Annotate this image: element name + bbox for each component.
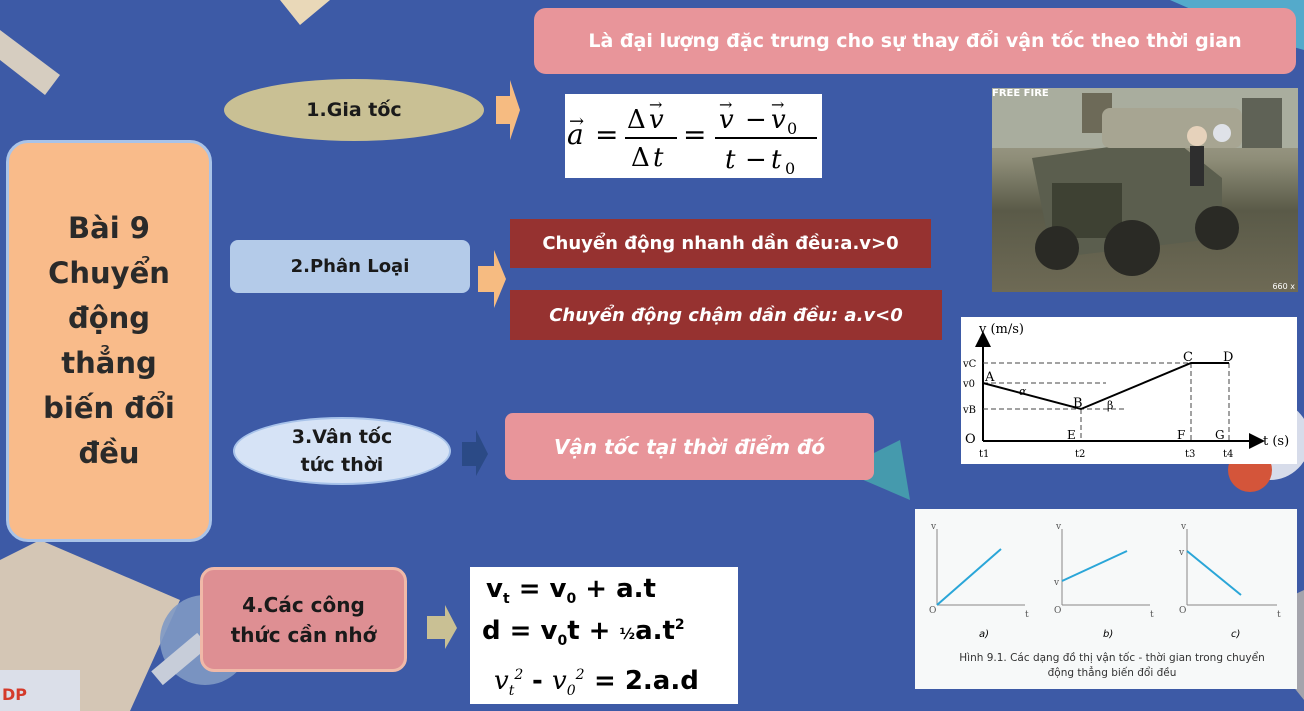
svg-text:t4: t4 xyxy=(1223,449,1233,460)
graph-ylabel: v (m/s) xyxy=(978,322,1024,337)
arrow-3-icon xyxy=(462,430,488,476)
svg-text:=: = xyxy=(595,118,618,151)
svg-text:t2: t2 xyxy=(1075,449,1085,460)
svg-text:D: D xyxy=(1223,350,1233,365)
arrow-1-icon xyxy=(496,80,520,140)
svg-text:t: t xyxy=(725,145,736,175)
svg-text:DP: DP xyxy=(2,685,27,704)
svg-text:B: B xyxy=(1073,396,1083,411)
vt-graph: v (m/s) t (s) A B C D E F G O vC v0 vB t… xyxy=(961,317,1297,464)
svg-text:v: v xyxy=(1053,578,1060,588)
section-2-label: 2.Phân Loại xyxy=(230,240,470,293)
jeep-photo: FREE FIRE 660 x xyxy=(992,88,1298,292)
svg-text:vB: vB xyxy=(962,405,976,416)
svg-text:−: − xyxy=(745,105,767,135)
svg-text:v: v xyxy=(1180,522,1187,532)
svg-text:α: α xyxy=(1019,385,1027,398)
section-3-label: 3.Vân tốc tức thời xyxy=(233,417,451,485)
vt-panels-figure: v Ot v Ot v v Ot v a) b) c) Hình 9.1. Các dạn… xyxy=(915,509,1297,689)
svg-text:v: v xyxy=(1055,522,1062,532)
svg-text:v02: v02 xyxy=(552,666,585,699)
svg-text:0: 0 xyxy=(785,159,795,178)
graph-xlabel: t (s) xyxy=(1263,434,1289,449)
svg-text:Δ: Δ xyxy=(627,105,646,135)
svg-text:→: → xyxy=(771,95,784,114)
definition-text: Là đại lượng đặc trưng cho sự thay đổi v… xyxy=(588,30,1242,52)
svg-text:→: → xyxy=(569,111,584,132)
svg-text:b): b) xyxy=(1103,629,1113,640)
instant-velocity-box: Vận tốc tại thời điểm đó xyxy=(505,413,874,480)
lesson-title: Bài 9 Chuyển động thẳng biến đổi đều xyxy=(43,211,175,470)
svg-text:= 2.a.d: = 2.a.d xyxy=(594,666,699,696)
svg-text:β: β xyxy=(1107,399,1113,412)
svg-text:a): a) xyxy=(979,629,989,640)
svg-text:C: C xyxy=(1183,350,1193,365)
svg-text:v0: v0 xyxy=(962,379,975,390)
svg-text:A: A xyxy=(984,370,995,385)
acceleration-formula: a → = Δv → Δt = v → − v → 0 t − t0 xyxy=(565,94,822,178)
photo-corner-text: 660 x xyxy=(1272,282,1295,291)
svg-text:0: 0 xyxy=(787,119,797,138)
svg-text:v: v xyxy=(1178,548,1185,558)
svg-text:c): c) xyxy=(1231,629,1240,640)
section-1-label: 1.Gia tốc xyxy=(224,79,484,141)
svg-text:→: → xyxy=(649,95,662,114)
svg-text:−: − xyxy=(745,145,767,175)
section-4-label: 4.Các công thức cần nhớ xyxy=(200,567,407,672)
svg-text:O: O xyxy=(965,432,976,447)
svg-text:vt2: vt2 xyxy=(494,666,523,699)
svg-text:t: t xyxy=(771,145,782,175)
svg-text:O: O xyxy=(929,606,936,616)
svg-text:t1: t1 xyxy=(979,449,989,460)
svg-text:v: v xyxy=(930,522,937,532)
svg-text:vC: vC xyxy=(962,359,977,370)
arrow-2-icon xyxy=(478,250,506,308)
svg-text:t: t xyxy=(1277,610,1281,620)
svg-text:t: t xyxy=(1025,610,1029,620)
svg-text:t3: t3 xyxy=(1185,449,1195,460)
svg-text:Δ: Δ xyxy=(631,143,650,173)
svg-text:d = v0t + ½a.t2: d = v0t + ½a.t2 xyxy=(482,616,685,649)
svg-text:t: t xyxy=(653,143,664,173)
arrow-4-icon xyxy=(427,605,457,649)
definition-banner: Là đại lượng đặc trưng cho sự thay đổi v… xyxy=(534,8,1296,74)
slow-motion-bar: Chuyển động chậm dần đều: a.v<0 xyxy=(510,290,942,340)
svg-text:O: O xyxy=(1179,606,1186,616)
svg-text:-: - xyxy=(532,666,543,696)
formulas-panel: vt = v0 + a.t d = v0t + ½a.t2 vt2 - v02 … xyxy=(470,567,738,704)
svg-text:F: F xyxy=(1177,428,1185,442)
svg-text:t: t xyxy=(1150,610,1154,620)
svg-text:G: G xyxy=(1215,428,1225,442)
figure-caption: Hình 9.1. Các dạng đồ thị vận tốc - thời… xyxy=(959,652,1265,679)
svg-text:E: E xyxy=(1067,428,1076,442)
photo-overlay-text: FREE FIRE xyxy=(992,88,1049,99)
svg-text:O: O xyxy=(1054,606,1061,616)
svg-text:vt = v0 + a.t: vt = v0 + a.t xyxy=(486,574,656,607)
svg-text:=: = xyxy=(683,118,706,151)
svg-text:→: → xyxy=(719,95,732,114)
fast-motion-bar: Chuyển động nhanh dần đều:a.v>0 xyxy=(510,219,931,268)
lesson-title-box: Bài 9 Chuyển động thẳng biến đổi đều xyxy=(6,140,212,542)
